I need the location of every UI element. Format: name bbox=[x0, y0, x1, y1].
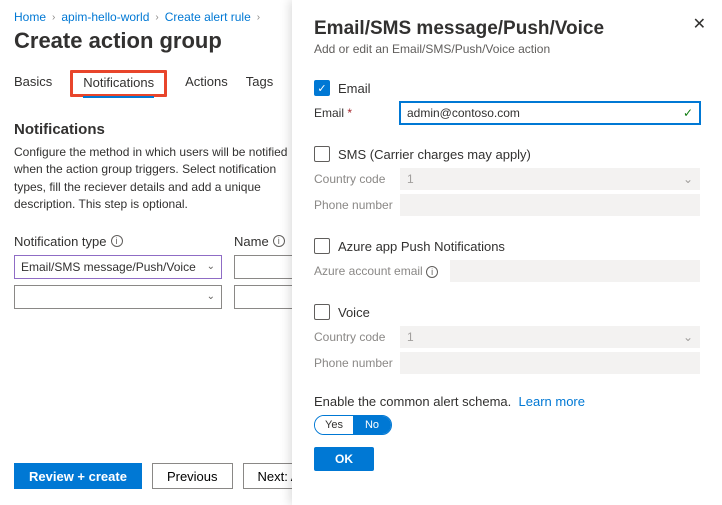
phone-number-label: Phone number bbox=[314, 198, 394, 212]
email-checkbox-label: Email bbox=[338, 81, 371, 96]
toggle-no: No bbox=[353, 416, 391, 434]
email-field-label: Email bbox=[314, 106, 344, 120]
panel-title: Email/SMS message/Push/Voice bbox=[314, 18, 700, 40]
sms-checkbox-label: SMS (Carrier charges may apply) bbox=[338, 147, 531, 162]
info-icon[interactable]: i bbox=[426, 266, 438, 278]
chevron-right-icon: › bbox=[52, 12, 55, 23]
tab-actions[interactable]: Actions bbox=[185, 70, 228, 97]
push-email-input bbox=[450, 260, 700, 282]
push-email-label: Azure account email bbox=[314, 264, 423, 278]
voice-checkbox[interactable] bbox=[314, 304, 330, 320]
notification-type-select[interactable]: Email/SMS message/Push/Voice ⌄ bbox=[14, 255, 222, 279]
review-create-button[interactable]: Review + create bbox=[14, 463, 142, 489]
sms-country-code-select: 1 ⌄ bbox=[400, 168, 700, 190]
voice-phone-input bbox=[400, 352, 700, 374]
toggle-yes: Yes bbox=[315, 416, 353, 434]
schema-toggle[interactable]: Yes No bbox=[314, 415, 392, 435]
select-value: Email/SMS message/Push/Voice bbox=[21, 260, 196, 274]
email-input[interactable]: admin@contoso.com ✓ bbox=[400, 102, 700, 124]
tab-tags[interactable]: Tags bbox=[246, 70, 273, 97]
notification-panel: ✕ Email/SMS message/Push/Voice Add or ed… bbox=[292, 0, 722, 505]
chevron-down-icon: ⌄ bbox=[683, 172, 693, 186]
tab-notifications-highlight: Notifications bbox=[70, 70, 167, 97]
email-input-value: admin@contoso.com bbox=[407, 106, 520, 120]
chevron-down-icon: ⌄ bbox=[683, 330, 693, 344]
country-code-label: Country code bbox=[314, 172, 394, 186]
col-name-label: Name bbox=[234, 234, 269, 249]
schema-text: Enable the common alert schema. bbox=[314, 394, 511, 409]
sms-phone-input bbox=[400, 194, 700, 216]
country-code-label: Country code bbox=[314, 330, 394, 344]
panel-subtitle: Add or edit an Email/SMS/Push/Voice acti… bbox=[314, 42, 700, 56]
info-icon[interactable]: i bbox=[273, 235, 285, 247]
info-icon[interactable]: i bbox=[111, 235, 123, 247]
push-checkbox[interactable] bbox=[314, 238, 330, 254]
chevron-right-icon: › bbox=[257, 12, 260, 23]
previous-button[interactable]: Previous bbox=[152, 463, 233, 489]
breadcrumb-home[interactable]: Home bbox=[14, 10, 46, 24]
notification-type-select[interactable]: ⌄ bbox=[14, 285, 222, 309]
chevron-right-icon: › bbox=[155, 12, 158, 23]
breadcrumb-resource[interactable]: apim-hello-world bbox=[61, 10, 149, 24]
voice-checkbox-label: Voice bbox=[338, 305, 370, 320]
ok-button[interactable]: OK bbox=[314, 447, 374, 471]
email-checkbox[interactable]: ✓ bbox=[314, 80, 330, 96]
tab-basics[interactable]: Basics bbox=[14, 70, 52, 97]
col-type-label: Notification type bbox=[14, 234, 107, 249]
tab-notifications[interactable]: Notifications bbox=[83, 71, 154, 98]
push-checkbox-label: Azure app Push Notifications bbox=[338, 239, 505, 254]
check-icon: ✓ bbox=[683, 106, 693, 120]
voice-country-code-select: 1 ⌄ bbox=[400, 326, 700, 348]
breadcrumb-rule[interactable]: Create alert rule bbox=[165, 10, 251, 24]
learn-more-link[interactable]: Learn more bbox=[519, 394, 585, 409]
close-icon[interactable]: ✕ bbox=[693, 14, 706, 34]
chevron-down-icon: ⌄ bbox=[207, 291, 215, 302]
section-help-text: Configure the method in which users will… bbox=[14, 144, 294, 214]
chevron-down-icon: ⌄ bbox=[207, 261, 215, 272]
sms-checkbox[interactable] bbox=[314, 146, 330, 162]
phone-number-label: Phone number bbox=[314, 356, 394, 370]
